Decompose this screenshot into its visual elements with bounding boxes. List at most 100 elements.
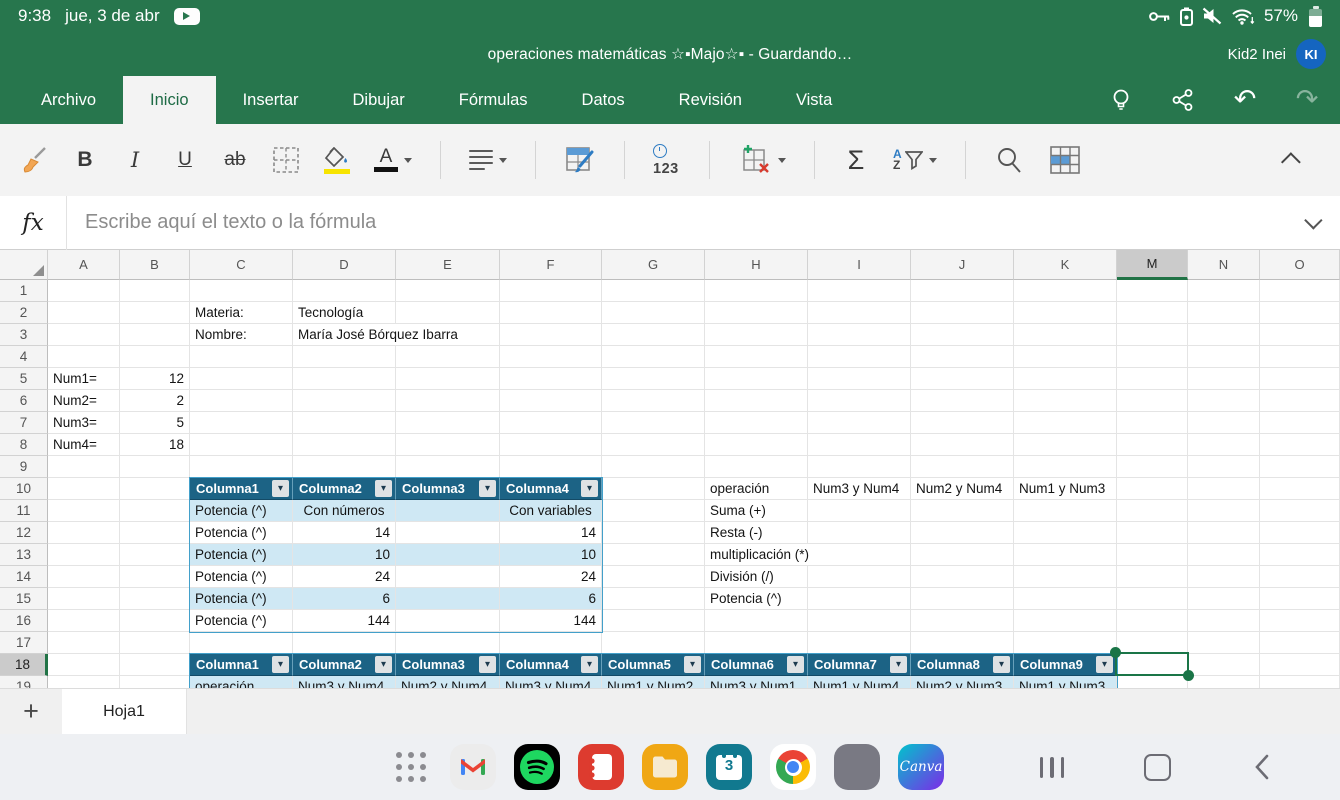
row-header-18[interactable]: 18 bbox=[0, 654, 48, 676]
formula-input[interactable]: Escribe aquí el texto o la fórmula bbox=[67, 211, 1290, 234]
sort-filter-button[interactable]: AZ bbox=[893, 136, 937, 184]
cell-J4[interactable] bbox=[911, 346, 1014, 368]
cell-M19[interactable] bbox=[1117, 676, 1188, 688]
cell-B8[interactable]: 18 bbox=[120, 434, 190, 456]
cell-H3[interactable] bbox=[705, 324, 808, 346]
tab-insertar[interactable]: Insertar bbox=[216, 76, 326, 124]
cell-I8[interactable] bbox=[808, 434, 911, 456]
cell-D9[interactable] bbox=[293, 456, 396, 478]
cell-F1[interactable] bbox=[500, 280, 602, 302]
cell-M2[interactable] bbox=[1117, 302, 1188, 324]
column-header-G[interactable]: G bbox=[602, 250, 705, 280]
column-header-M[interactable]: M bbox=[1117, 250, 1188, 280]
cell-H19[interactable]: Num3 y Num1 bbox=[705, 676, 808, 688]
cell-O13[interactable] bbox=[1260, 544, 1340, 566]
table-header-Columna6[interactable]: Columna6▾ bbox=[705, 654, 808, 676]
cell-J12[interactable] bbox=[911, 522, 1014, 544]
cell-O8[interactable] bbox=[1260, 434, 1340, 456]
cell-C8[interactable] bbox=[190, 434, 293, 456]
cell-O6[interactable] bbox=[1260, 390, 1340, 412]
filter-dropdown-button[interactable]: ▾ bbox=[581, 480, 598, 497]
chrome-icon[interactable] bbox=[770, 744, 816, 790]
cell-N2[interactable] bbox=[1188, 302, 1260, 324]
cell-A7[interactable]: Num3= bbox=[48, 412, 120, 434]
freeze-panes-button[interactable] bbox=[1048, 136, 1082, 184]
cell-K16[interactable] bbox=[1014, 610, 1117, 632]
share-icon[interactable] bbox=[1170, 87, 1196, 113]
cell-A19[interactable] bbox=[48, 676, 120, 688]
cell-H2[interactable] bbox=[705, 302, 808, 324]
select-all-button[interactable] bbox=[0, 250, 48, 280]
cell-O15[interactable] bbox=[1260, 588, 1340, 610]
cell-K8[interactable] bbox=[1014, 434, 1117, 456]
cell-O9[interactable] bbox=[1260, 456, 1340, 478]
add-sheet-button[interactable]: + bbox=[0, 689, 62, 734]
cell-K7[interactable] bbox=[1014, 412, 1117, 434]
filter-dropdown-button[interactable]: ▾ bbox=[375, 656, 392, 673]
cell-C9[interactable] bbox=[190, 456, 293, 478]
cell-J14[interactable] bbox=[911, 566, 1014, 588]
cell-styles-button[interactable] bbox=[564, 136, 596, 184]
bold-button[interactable]: B bbox=[72, 136, 98, 184]
cell-N19[interactable] bbox=[1188, 676, 1260, 688]
cell-F11[interactable]: Con variables bbox=[500, 500, 602, 522]
cell-D3[interactable]: María José Bórquez Ibarra bbox=[293, 324, 396, 346]
fill-color-button[interactable] bbox=[324, 136, 350, 184]
table-header-Columna5[interactable]: Columna5▾ bbox=[602, 654, 705, 676]
cell-D7[interactable] bbox=[293, 412, 396, 434]
home-button[interactable] bbox=[1137, 747, 1177, 787]
cell-F8[interactable] bbox=[500, 434, 602, 456]
cell-K4[interactable] bbox=[1014, 346, 1117, 368]
filter-dropdown-button[interactable]: ▾ bbox=[684, 656, 701, 673]
filter-dropdown-button[interactable]: ▾ bbox=[375, 480, 392, 497]
cell-E1[interactable] bbox=[396, 280, 500, 302]
cell-C16[interactable]: Potencia (^) bbox=[190, 610, 293, 632]
cell-M10[interactable] bbox=[1117, 478, 1188, 500]
cell-D4[interactable] bbox=[293, 346, 396, 368]
cell-E4[interactable] bbox=[396, 346, 500, 368]
cell-B14[interactable] bbox=[120, 566, 190, 588]
cell-B1[interactable] bbox=[120, 280, 190, 302]
cell-G6[interactable] bbox=[602, 390, 705, 412]
cell-E8[interactable] bbox=[396, 434, 500, 456]
cell-A13[interactable] bbox=[48, 544, 120, 566]
cell-N3[interactable] bbox=[1188, 324, 1260, 346]
canva-icon[interactable]: Canva bbox=[898, 744, 944, 790]
cell-C17[interactable] bbox=[190, 632, 293, 654]
cell-K19[interactable]: Num1 y Num3 bbox=[1014, 676, 1117, 688]
cell-C5[interactable] bbox=[190, 368, 293, 390]
cell-G17[interactable] bbox=[602, 632, 705, 654]
spreadsheet-grid[interactable]: ABCDEFGHIJKMNO12Materia:Tecnología3Nombr… bbox=[0, 250, 1340, 688]
cell-A15[interactable] bbox=[48, 588, 120, 610]
cell-K3[interactable] bbox=[1014, 324, 1117, 346]
cell-I4[interactable] bbox=[808, 346, 911, 368]
cell-G15[interactable] bbox=[602, 588, 705, 610]
cell-D12[interactable]: 14 bbox=[293, 522, 396, 544]
italic-button[interactable]: I bbox=[122, 136, 148, 184]
cell-I15[interactable] bbox=[808, 588, 911, 610]
format-painter-icon[interactable] bbox=[18, 136, 48, 184]
column-header-J[interactable]: J bbox=[911, 250, 1014, 280]
column-header-H[interactable]: H bbox=[705, 250, 808, 280]
underline-button[interactable]: U bbox=[172, 136, 198, 184]
column-header-B[interactable]: B bbox=[120, 250, 190, 280]
cell-E11[interactable] bbox=[396, 500, 500, 522]
cell-O17[interactable] bbox=[1260, 632, 1340, 654]
cell-G1[interactable] bbox=[602, 280, 705, 302]
strikethrough-button[interactable]: ab bbox=[222, 136, 248, 184]
cell-J19[interactable]: Num2 y Num3 bbox=[911, 676, 1014, 688]
cell-N12[interactable] bbox=[1188, 522, 1260, 544]
column-header-F[interactable]: F bbox=[500, 250, 602, 280]
cell-E12[interactable] bbox=[396, 522, 500, 544]
cell-C3[interactable]: Nombre: bbox=[190, 324, 293, 346]
cell-H15[interactable]: Potencia (^) bbox=[705, 588, 808, 610]
cell-J16[interactable] bbox=[911, 610, 1014, 632]
row-header-1[interactable]: 1 bbox=[0, 280, 48, 302]
cell-N13[interactable] bbox=[1188, 544, 1260, 566]
cell-C7[interactable] bbox=[190, 412, 293, 434]
tab-archivo[interactable]: Archivo bbox=[14, 76, 123, 124]
cell-J3[interactable] bbox=[911, 324, 1014, 346]
spotify-icon[interactable] bbox=[514, 744, 560, 790]
cell-H1[interactable] bbox=[705, 280, 808, 302]
cell-B7[interactable]: 5 bbox=[120, 412, 190, 434]
